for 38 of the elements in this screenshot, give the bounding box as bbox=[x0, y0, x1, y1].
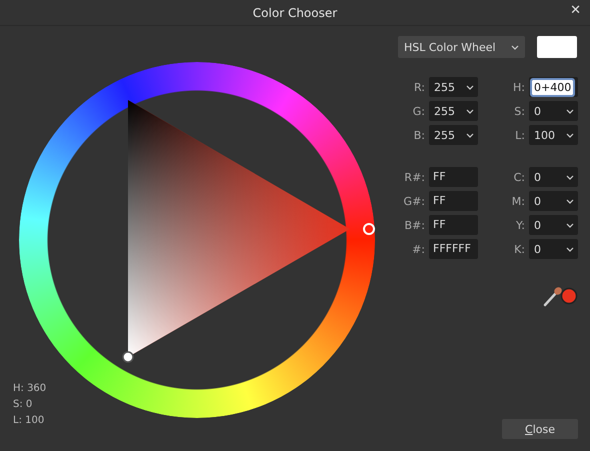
field-label: B#: bbox=[404, 218, 425, 232]
mode-dropdown[interactable]: HSL Color Wheel bbox=[398, 36, 525, 58]
field-label: Y: bbox=[515, 218, 525, 232]
value-dropdown[interactable]: 0 bbox=[529, 191, 578, 211]
value-dropdown[interactable]: 0 bbox=[529, 215, 578, 235]
field-label: S: bbox=[513, 104, 525, 118]
readout-text: S: 0 bbox=[13, 398, 34, 412]
window-title: Color Chooser bbox=[252, 6, 338, 20]
field-label: R: bbox=[412, 80, 425, 94]
field-label: B: bbox=[412, 128, 425, 142]
readout-text: L: 100 bbox=[13, 414, 46, 428]
hex-field[interactable]: FFFFFF bbox=[429, 239, 478, 259]
field-label: #: bbox=[411, 242, 425, 256]
value-dropdown[interactable]: 255 bbox=[429, 101, 478, 121]
value-dropdown[interactable]: 0 bbox=[529, 101, 578, 121]
hex-field[interactable]: FF bbox=[429, 167, 478, 187]
value-dropdown[interactable]: 255 bbox=[429, 125, 478, 145]
field-label: C: bbox=[512, 170, 525, 184]
hex-field[interactable]: FF bbox=[429, 215, 478, 235]
field-label: R#: bbox=[403, 170, 425, 184]
field-label: G#: bbox=[402, 194, 425, 208]
value-dropdown[interactable]: 0 bbox=[529, 167, 578, 187]
hue-handle[interactable] bbox=[363, 223, 375, 235]
field-label: L: bbox=[514, 128, 525, 142]
triangle-handle[interactable] bbox=[122, 351, 134, 363]
eyedropper-icon[interactable] bbox=[542, 285, 578, 307]
field-label: K: bbox=[513, 242, 525, 256]
field-label: G: bbox=[412, 104, 425, 118]
readout-text: H: 360 bbox=[13, 382, 46, 396]
value-dropdown[interactable]: 0+400 bbox=[529, 77, 578, 97]
close-button[interactable]: Close bbox=[502, 419, 578, 439]
value-dropdown[interactable]: 255 bbox=[429, 77, 478, 97]
value-dropdown[interactable]: 100 bbox=[529, 125, 578, 145]
value-dropdown[interactable]: 0 bbox=[529, 239, 578, 259]
field-label: H: bbox=[512, 80, 525, 94]
field-label: M: bbox=[510, 194, 525, 208]
close-button[interactable]: ✕ bbox=[567, 3, 584, 18]
hex-field[interactable]: FF bbox=[429, 191, 478, 211]
